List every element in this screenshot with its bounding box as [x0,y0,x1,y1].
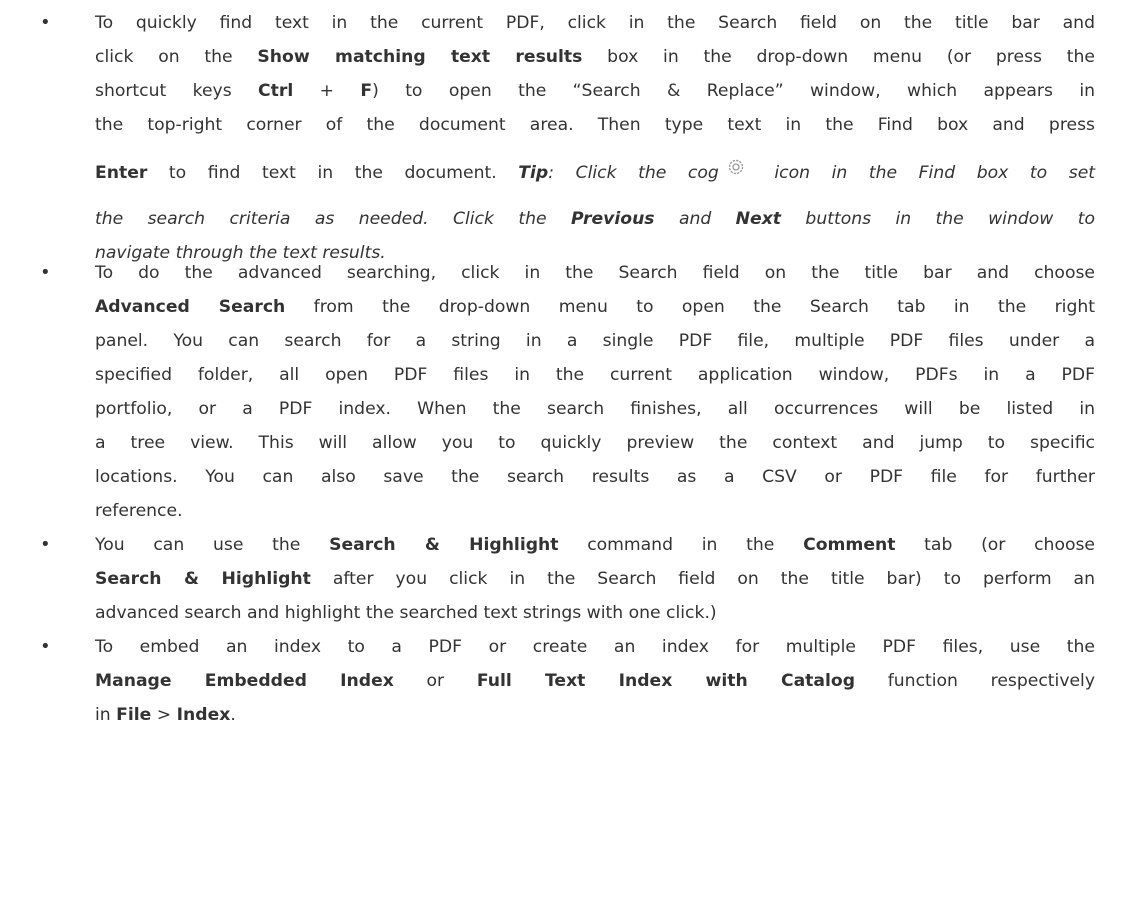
text-run: . [230,705,236,725]
text-run: or [393,671,477,691]
text-run: locations. You can also save the search … [95,467,1095,487]
text-run: click on the [95,47,258,67]
text-line: in File > Index. [95,698,1095,732]
text-line: Enter to find text in the document. Tip:… [95,148,1095,198]
text-line: advanced search and highlight the search… [95,596,1095,630]
bullet-point: • [40,12,51,33]
text-run: from the drop-down menu to open the Sear… [285,297,1095,317]
text-line: Advanced Search from the drop-down menu … [95,290,1095,324]
bold-term: Search & Highlight [329,535,559,555]
text-line: You can use the Search & Highlight comma… [95,528,1095,562]
text-run: To embed an index to a PDF or create an … [95,637,1095,657]
document-page: • To quickly find text in the current PD… [0,0,1123,910]
bullet-point: • [40,636,51,657]
bullet-point: • [40,262,51,283]
bold-term: Index [176,705,231,725]
bold-term: Search & Highlight [95,569,311,589]
text-run: ) to open the “Search & Replace” window,… [372,81,1095,101]
bold-term: Advanced Search [95,297,286,317]
text-run: reference. [95,501,183,521]
text-run: panel. You can search for a string in a … [95,331,1095,351]
text-run: the search criteria as needed. Click the [95,209,571,229]
bold-term: F [360,81,373,101]
text-line: To embed an index to a PDF or create an … [95,630,1095,664]
bold-term: Full Text Index with Catalog [476,671,856,691]
bold-term: Previous [570,209,655,229]
text-run: You can use the [95,535,330,555]
text-run: a tree view. This will allow you to quic… [95,433,1095,453]
text-run: command in the [558,535,804,555]
text-run: To do the advanced searching, click in t… [95,263,1095,283]
text-line: a tree view. This will allow you to quic… [95,426,1095,460]
bold-term: File [116,705,152,725]
paragraph: To do the advanced searching, click in t… [95,256,1095,528]
bold-term: Manage Embedded Index [95,671,394,691]
text-run: shortcut keys [95,81,259,101]
cog-icon [721,150,751,175]
bold-term: Show matching text results [257,47,583,67]
text-run: after you click in the Search field on t… [310,569,1095,589]
text-line: panel. You can search for a string in a … [95,324,1095,358]
text-line: shortcut keys Ctrl + F) to open the “Sea… [95,74,1095,108]
paragraph: To quickly find text in the current PDF,… [95,6,1095,270]
text-line: click on the Show matching text results … [95,40,1095,74]
bold-term: Ctrl [258,81,294,101]
text-run: + [293,81,361,101]
text-run: tab (or choose [895,535,1096,555]
text-line: locations. You can also save the search … [95,460,1095,494]
text-run: To quickly find text in the current PDF,… [95,13,1095,33]
text-run: to find text in the document. [147,163,519,183]
text-line: the top-right corner of the document are… [95,108,1095,142]
text-line: Search & Highlight after you click in th… [95,562,1095,596]
text-line: the search criteria as needed. Click the… [95,202,1095,236]
bold-term: Comment [803,535,896,555]
paragraph: To embed an index to a PDF or create an … [95,630,1095,732]
text-line: portfolio, or a PDF index. When the sear… [95,392,1095,426]
text-line: specified folder, all open PDF files in … [95,358,1095,392]
text-run: box in the drop-down menu (or press the [582,47,1095,67]
text-run: portfolio, or a PDF index. When the sear… [95,399,1095,419]
text-run: > [151,705,177,725]
text-run: icon in the Find box to set [752,163,1096,183]
paragraph: You can use the Search & Highlight comma… [95,528,1095,630]
text-run: advanced search and highlight the search… [95,603,717,623]
text-line: Manage Embedded Index or Full Text Index… [95,664,1095,698]
text-run: function respectively [855,671,1096,691]
text-run: specified folder, all open PDF files in … [95,365,1095,385]
bold-term: Next [735,209,782,229]
text-line: reference. [95,494,1095,528]
bold-term: Enter [95,163,148,183]
bullet-point: • [40,534,51,555]
text-run: buttons in the window to [781,209,1095,229]
text-line: To quickly find text in the current PDF,… [95,6,1095,40]
text-run: and [654,209,736,229]
text-run: in [95,705,117,725]
text-line: To do the advanced searching, click in t… [95,256,1095,290]
text-run: the top-right corner of the document are… [95,115,1095,135]
bold-term: Tip [518,163,549,183]
text-run: : Click the cog [548,163,719,183]
